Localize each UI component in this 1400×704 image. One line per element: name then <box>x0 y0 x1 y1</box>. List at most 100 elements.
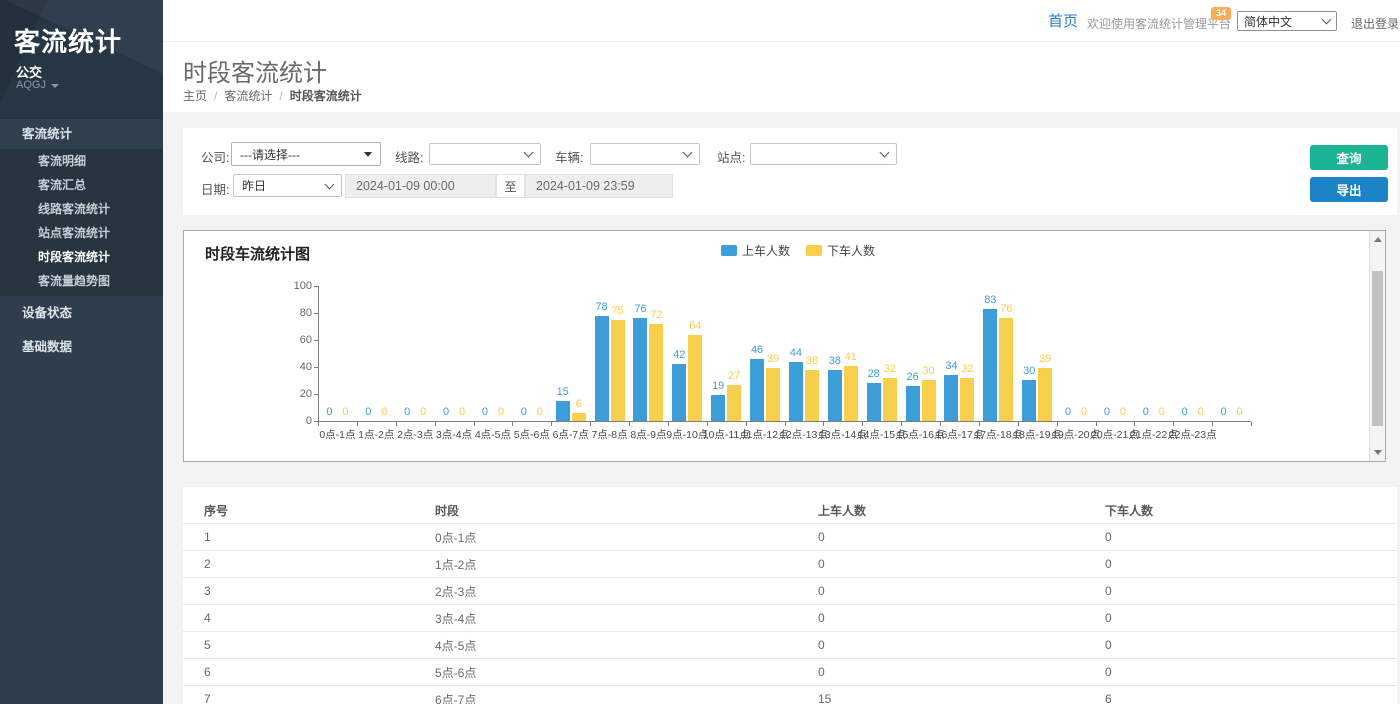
table-cell: 1 <box>204 530 435 544</box>
table-cell: 4 <box>204 611 435 625</box>
bar-value-label: 72 <box>641 309 671 321</box>
end-date-input[interactable]: 2024-01-09 23:59 <box>525 174 673 198</box>
chevron-down-icon <box>683 148 693 158</box>
home-link[interactable]: 首页 <box>1048 10 1078 31</box>
bar-上车人数[interactable] <box>633 318 647 421</box>
x-tick <box>823 422 824 426</box>
bar-上车人数[interactable] <box>711 395 725 421</box>
export-button[interactable]: 导出 <box>1310 177 1388 202</box>
bar-下车人数[interactable] <box>649 324 663 421</box>
vehicle-select[interactable] <box>590 143 700 165</box>
scroll-down-icon[interactable] <box>1374 450 1382 455</box>
logout-link[interactable]: 退出登录 <box>1351 15 1399 32</box>
bar-上车人数[interactable] <box>983 309 997 421</box>
table-row: 54点-5点00 <box>183 632 1397 659</box>
x-tick <box>435 422 436 426</box>
bar-上车人数[interactable] <box>1022 380 1036 421</box>
bar-value-label: 6 <box>564 398 594 410</box>
breadcrumb-home[interactable]: 主页 <box>183 89 207 103</box>
bar-value-label: 0 <box>369 406 399 418</box>
bar-下车人数[interactable] <box>1038 368 1052 421</box>
sidebar-section[interactable]: 基础数据 <box>0 330 163 364</box>
user-menu[interactable]: AQGJ <box>16 79 59 91</box>
bar-下车人数[interactable] <box>883 378 897 421</box>
y-tick-label: 0 <box>284 415 312 427</box>
table-body: 10点-1点0021点-2点0032点-3点0043点-4点0054点-5点00… <box>183 524 1397 704</box>
scroll-up-icon[interactable] <box>1374 237 1382 242</box>
x-tick <box>474 422 475 426</box>
bar-value-label: 32 <box>952 363 982 375</box>
bar-上车人数[interactable] <box>906 386 920 421</box>
sidebar-section[interactable]: 客流统计 <box>0 118 163 149</box>
table-panel: 序号 时段 上车人数 下车人数 10点-1点0021点-2点0032点-3点00… <box>183 487 1397 704</box>
bar-上车人数[interactable] <box>672 364 686 421</box>
sidebar-header: 客流统计 公交 AQGJ <box>0 0 163 118</box>
bar-下车人数[interactable] <box>805 370 819 421</box>
bar-value-label: 0 <box>1069 406 1099 418</box>
bar-下车人数[interactable] <box>960 378 974 421</box>
bar-下车人数[interactable] <box>688 335 702 421</box>
bar-上车人数[interactable] <box>944 375 958 421</box>
table-cell: 0 <box>1105 611 1397 625</box>
sidebar-item[interactable]: 时段客流统计 <box>0 245 163 269</box>
sidebar-item[interactable]: 线路客流统计 <box>0 197 163 221</box>
line-label: 线路: <box>395 147 423 166</box>
notification-badge[interactable]: 34 <box>1211 7 1231 20</box>
sidebar-section[interactable]: 设备状态 <box>0 296 163 330</box>
bar-下车人数[interactable] <box>999 318 1013 421</box>
y-tick-label: 20 <box>284 388 312 400</box>
x-tick <box>318 422 319 426</box>
chevron-down-icon <box>880 148 890 158</box>
breadcrumb-parent[interactable]: 客流统计 <box>224 89 272 103</box>
bar-value-label: 0 <box>1108 406 1138 418</box>
bar-value-label: 0 <box>330 406 360 418</box>
bar-上车人数[interactable] <box>595 316 609 421</box>
sidebar-item[interactable]: 客流量趋势图 <box>0 269 163 293</box>
station-select[interactable] <box>750 143 897 165</box>
bar-上车人数[interactable] <box>867 383 881 421</box>
bar-下车人数[interactable] <box>766 368 780 421</box>
date-label: 日期: <box>201 179 229 198</box>
bar-value-label: 39 <box>1030 353 1060 365</box>
x-tick <box>1212 422 1213 426</box>
y-tick <box>314 340 318 341</box>
company-value: ---请选择--- <box>240 146 300 163</box>
line-select[interactable] <box>429 143 541 165</box>
user-name: AQGJ <box>16 79 46 91</box>
bar-上车人数[interactable] <box>789 362 803 421</box>
bar-下车人数[interactable] <box>922 380 936 421</box>
company-select[interactable]: ---请选择--- <box>231 142 381 166</box>
scrollbar-thumb[interactable] <box>1372 271 1383 426</box>
col-header-period: 时段 <box>435 502 818 519</box>
bar-下车人数[interactable] <box>572 413 586 421</box>
bar-下车人数[interactable] <box>844 366 858 421</box>
sidebar-item[interactable]: 客流明细 <box>0 149 163 173</box>
chevron-down-icon <box>524 148 534 158</box>
x-tick <box>1018 422 1019 426</box>
sidebar-item[interactable]: 站点客流统计 <box>0 221 163 245</box>
breadcrumb-current: 时段客流统计 <box>290 89 362 103</box>
bar-value-label: 0 <box>408 406 438 418</box>
breadcrumb-separator: / <box>279 89 282 103</box>
table-cell: 0 <box>1105 530 1397 544</box>
chart-panel: 时段车流统计图 上车人数下车人数 0204060801000点-1点1点-2点2… <box>183 230 1386 462</box>
query-button[interactable]: 查询 <box>1310 145 1388 170</box>
page-heading: 时段客流统计 主页/客流统计/时段客流统计 <box>163 42 1400 112</box>
bar-value-label: 0 <box>447 406 477 418</box>
bar-上车人数[interactable] <box>750 359 764 421</box>
table-cell: 3 <box>204 584 435 598</box>
language-select[interactable]: 简体中文 <box>1237 11 1337 31</box>
start-date-input[interactable]: 2024-01-09 00:00 <box>345 174 496 198</box>
date-range-select[interactable]: 昨日 <box>233 174 342 197</box>
bar-value-label: 32 <box>875 363 905 375</box>
dropdown-arrow-icon <box>364 152 372 157</box>
y-tick-label: 100 <box>284 280 312 292</box>
x-tick <box>590 422 591 426</box>
x-tick <box>979 422 980 426</box>
bar-下车人数[interactable] <box>611 320 625 421</box>
bar-上车人数[interactable] <box>828 370 842 421</box>
chart-scrollbar[interactable] <box>1369 231 1385 461</box>
sidebar-item[interactable]: 客流汇总 <box>0 173 163 197</box>
bar-下车人数[interactable] <box>727 385 741 421</box>
bar-value-label: 75 <box>603 305 633 317</box>
